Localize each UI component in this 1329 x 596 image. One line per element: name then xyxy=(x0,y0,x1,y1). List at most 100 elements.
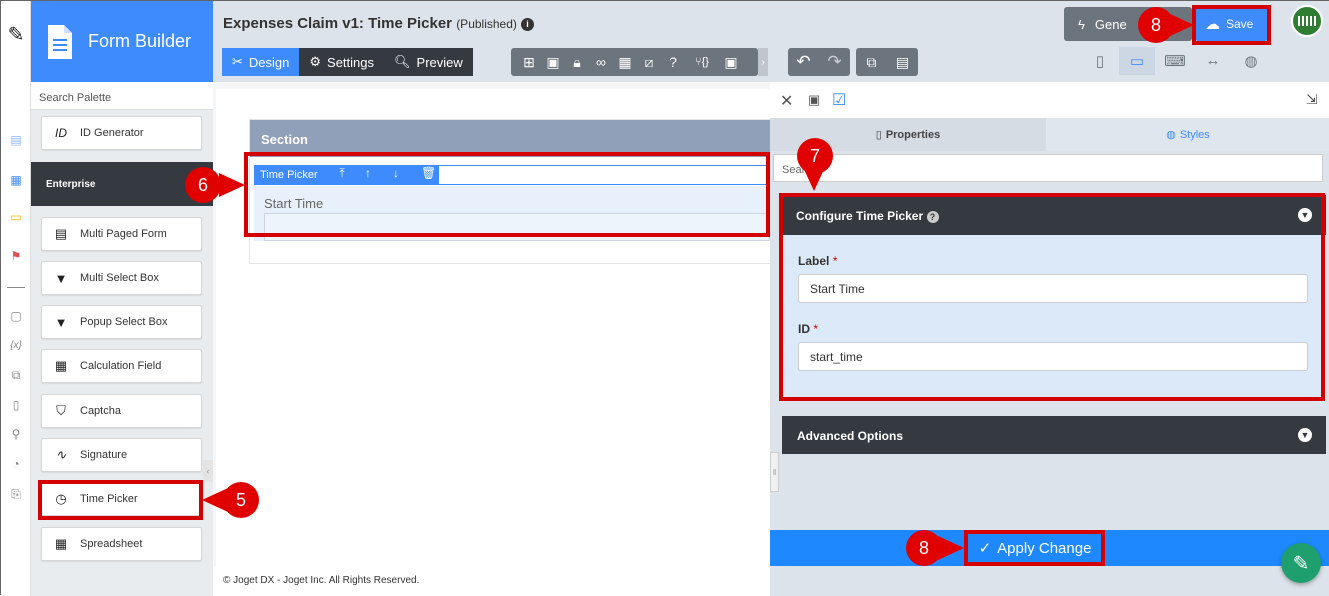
edit-icon[interactable]: ✎ xyxy=(7,24,25,46)
annotation-badge-6: 6 xyxy=(185,167,221,203)
export-icon[interactable]: ⎘ xyxy=(7,485,25,503)
properties-search-input[interactable]: Sear xyxy=(773,154,1323,182)
highlight-configure-panel xyxy=(779,193,1325,401)
note-icon[interactable]: ▢ xyxy=(7,307,25,325)
palette-item-captcha[interactable]: ⛉ Captcha xyxy=(41,394,202,428)
tab-design[interactable]: ✂ Design xyxy=(222,48,300,76)
annotation-badge-7: 7 xyxy=(797,138,833,174)
info-icon[interactable]: i xyxy=(521,18,535,31)
palette-item-label: Multi Select Box xyxy=(80,272,159,284)
tab-preview[interactable]: 🔍︎ Preview xyxy=(384,48,473,76)
laptop-icon[interactable]: ⌨ xyxy=(1161,52,1189,70)
question-icon[interactable]: ? xyxy=(661,54,685,70)
left-rail: ✎ ▤ ▦ ▭ ⚑ ▢ {x} ⧉ ▯ ⚲ ◔ ⎘ xyxy=(1,1,31,596)
gear-icon: ⚙ xyxy=(309,54,322,69)
table-icon: ▦ xyxy=(54,536,68,551)
checkbox-icon[interactable]: ☑ xyxy=(832,90,846,110)
properties-tabs: ▯ Properties ◍ Styles xyxy=(770,118,1329,151)
advanced-title: Advanced Options xyxy=(797,429,904,443)
dropdown-icon: ▼ xyxy=(54,270,68,286)
footer: © Joget DX - Joget Inc. All Rights Reser… xyxy=(213,566,770,596)
highlight-save-button xyxy=(1192,5,1271,45)
paste-icon[interactable]: ▤ xyxy=(887,54,918,71)
file-icon: ▯ xyxy=(875,129,882,141)
pointer-6 xyxy=(219,173,245,197)
lightning-icon: ϟ xyxy=(1078,16,1085,32)
tab-label: Preview xyxy=(416,54,463,70)
palette-item-label: Multi Paged Form xyxy=(80,228,167,240)
palette-item-label: Spreadsheet xyxy=(80,538,143,550)
collapse-palette-handle[interactable]: ‹ xyxy=(203,460,213,482)
tree-icon[interactable]: ⊞ xyxy=(517,54,541,71)
toolbar-scroll-right[interactable]: › xyxy=(758,48,768,76)
userview-icon[interactable]: ▭ xyxy=(7,208,25,226)
tab-label: Design xyxy=(248,54,290,70)
tab-styles[interactable]: ◍ Styles xyxy=(1046,118,1329,151)
variable-icon[interactable]: {x} xyxy=(7,336,25,354)
binder-icon[interactable]: ▣ xyxy=(541,54,565,71)
highlight-apply-change xyxy=(964,530,1105,566)
signature-icon: ∿ xyxy=(55,447,67,462)
app-title: Form Builder xyxy=(88,31,192,51)
palette-item-multi-paged-form[interactable]: ▤ Multi Paged Form xyxy=(41,217,202,251)
tab-label: Properties xyxy=(885,128,941,141)
annotation-badge-5: 5 xyxy=(223,482,259,518)
pencil-icon: ✎ xyxy=(1292,552,1310,575)
copy-paste-group: ⧉ ▤ xyxy=(856,48,918,76)
resize-handle[interactable]: ‖ xyxy=(770,452,779,492)
form-title: Expenses Claim v1: Time Picker (Publishe… xyxy=(223,15,535,32)
palette-search-input[interactable]: Search Palette xyxy=(31,82,213,110)
palette-item-label: Captcha xyxy=(80,405,121,417)
tablet-icon[interactable]: ▭ xyxy=(1123,52,1151,70)
undo-icon[interactable]: ↶ xyxy=(788,52,819,72)
phone-icon[interactable]: ▯ xyxy=(1086,52,1114,70)
grid-icon[interactable]: ▦ xyxy=(613,54,637,71)
lock-icon[interactable]: 🔒︎ xyxy=(565,54,589,71)
palette-item-spreadsheet[interactable]: ▦ Spreadsheet xyxy=(41,527,202,561)
advanced-options-header[interactable]: Advanced Options ▼ xyxy=(782,416,1326,454)
palette-item-popup-select-box[interactable]: ▼ Popup Select Box xyxy=(41,305,202,339)
generate-label: Gene xyxy=(1094,16,1127,32)
builder-tabs: ✂ Design ⚙ Settings 🔍︎ Preview xyxy=(222,48,473,76)
properties-toolbar: ✕ ▣ ☑ ⇲ xyxy=(770,82,1329,118)
shield-icon: ⛉ xyxy=(56,403,66,418)
calculator-icon: ▦ xyxy=(54,358,68,373)
form-icon[interactable]: ▤ xyxy=(7,131,25,149)
compress-icon[interactable]: ⇲ xyxy=(1306,91,1318,108)
palette-item-multi-select-box[interactable]: ▼ Multi Select Box xyxy=(41,261,202,295)
datalist-icon[interactable]: ▦ xyxy=(7,171,25,189)
tab-settings[interactable]: ⚙ Settings xyxy=(299,48,385,76)
gauge-icon[interactable]: ◔ xyxy=(7,455,25,473)
rules-icon[interactable]: ⧄ xyxy=(637,54,661,71)
dropdown-icon: ▼ xyxy=(54,314,68,330)
redo-icon[interactable]: ↷ xyxy=(819,52,850,72)
edit-fab[interactable]: ✎ xyxy=(1281,543,1321,583)
undo-redo-group: ↶ ↷ xyxy=(788,48,850,76)
palette-item-label: Popup Select Box xyxy=(80,316,168,328)
close-icon[interactable]: ✕ xyxy=(780,91,793,111)
process-icon[interactable]: ⚑ xyxy=(7,247,25,265)
translate-icon[interactable]: ⧉ xyxy=(7,366,25,384)
panel-icon[interactable]: ▣ xyxy=(808,92,820,108)
palette-item-signature[interactable]: ∿ Signature xyxy=(41,438,202,472)
file-icon[interactable]: ▯ xyxy=(7,396,25,414)
palette-item-id-generator[interactable]: ID ID Generator xyxy=(41,116,202,150)
builder-toolbar: ⊞ ▣ 🔒︎ ∞ ▦ ⧄ ? ⑂{} ▣ xyxy=(511,48,758,76)
camera-icon[interactable]: ▣ xyxy=(719,54,743,71)
tools-icon: ✂ xyxy=(232,54,243,69)
code-icon[interactable]: ⑂{} xyxy=(685,56,719,68)
highlight-canvas-element xyxy=(244,152,770,237)
palette-color-icon[interactable]: ◍ xyxy=(1237,52,1265,70)
palette-icon: ◍ xyxy=(1166,129,1176,141)
palette-item-calculation-field[interactable]: ▦ Calculation Field xyxy=(41,349,202,383)
form-title-text: Expenses Claim v1: Time Picker xyxy=(223,15,453,32)
expand-width-icon[interactable]: ↔ xyxy=(1199,52,1227,69)
chevron-down-icon[interactable]: ▼ xyxy=(1298,428,1312,442)
annotation-badge-8-save: 8 xyxy=(1138,7,1174,43)
plugin-icon[interactable]: ⚲ xyxy=(7,425,25,443)
avatar[interactable] xyxy=(1291,5,1323,37)
palette-item-label: Calculation Field xyxy=(80,360,162,372)
palette-item-label: ID Generator xyxy=(80,127,144,139)
copy-icon[interactable]: ⧉ xyxy=(856,54,887,71)
binoculars-icon[interactable]: ∞ xyxy=(589,54,613,70)
